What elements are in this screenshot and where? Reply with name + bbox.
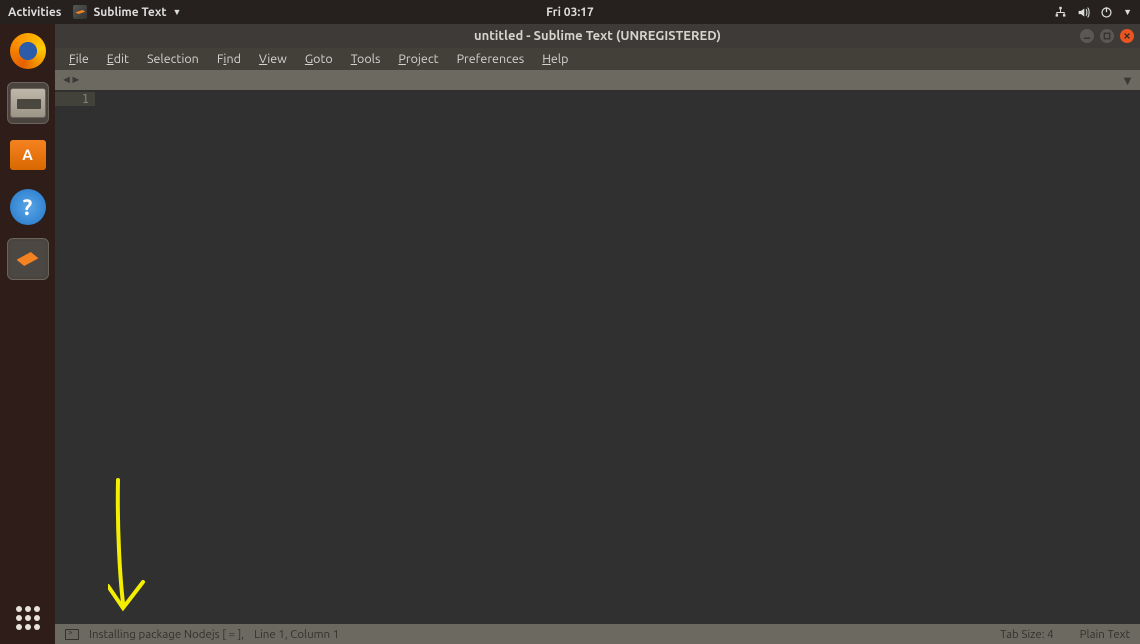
tab-history-nav[interactable]: ◄ ► [61,74,79,86]
menu-tools[interactable]: Tools [343,50,389,68]
window-title-bar: untitled - Sublime Text (UNREGISTERED) [55,24,1140,48]
maximize-button[interactable] [1100,29,1114,43]
clock[interactable]: Fri 03:17 [546,6,594,19]
status-cursor[interactable]: Line 1, Column 1 [254,628,339,641]
sublime-icon [73,5,87,19]
dock-sublime[interactable] [7,238,49,280]
dock-firefox[interactable] [7,30,49,72]
editor-area: 1 [55,90,1140,624]
menu-find[interactable]: Find [209,50,249,68]
power-icon[interactable] [1100,6,1113,19]
help-icon: ? [10,189,46,225]
chevron-down-icon: ▼ [173,7,182,17]
dock-software[interactable] [7,134,49,176]
status-bar: Installing package Nodejs [ = ], Line 1,… [55,624,1140,644]
files-icon [10,88,46,118]
close-button[interactable] [1120,29,1134,43]
menu-selection[interactable]: Selection [139,50,207,68]
menu-bar: File Edit Selection Find View Goto Tools… [55,48,1140,70]
menu-view[interactable]: View [251,50,295,68]
annotation-arrow [108,478,158,621]
tab-dropdown-icon[interactable]: ▼ [1121,73,1134,88]
menu-file[interactable]: File [61,50,97,68]
dock-files[interactable] [7,82,49,124]
line-gutter: 1 [55,90,95,624]
status-message: Installing package Nodejs [ = ], [89,628,244,641]
text-editor[interactable] [95,90,1122,624]
volume-icon[interactable] [1077,6,1090,19]
dock-help[interactable]: ? [7,186,49,228]
menu-preferences[interactable]: Preferences [449,50,533,68]
status-syntax[interactable]: Plain Text [1080,628,1130,641]
app-menu[interactable]: Sublime Text ▼ [73,5,181,19]
line-number: 1 [55,92,95,106]
menu-edit[interactable]: Edit [99,50,137,68]
minimap[interactable] [1122,90,1140,624]
tab-bar: ◄ ► ▼ [55,70,1140,90]
console-icon[interactable] [65,629,79,640]
status-tab-size[interactable]: Tab Size: 4 [1000,628,1054,641]
launcher-dock: ? [0,24,55,644]
sublime-icon [10,241,46,277]
network-icon[interactable] [1054,6,1067,19]
show-applications-button[interactable] [16,606,40,630]
menu-project[interactable]: Project [390,50,446,68]
menu-help[interactable]: Help [534,50,576,68]
minimize-button[interactable] [1080,29,1094,43]
chevron-down-icon: ▼ [1123,7,1132,17]
menu-goto[interactable]: Goto [297,50,341,68]
software-center-icon [10,140,46,170]
gnome-top-bar: Activities Sublime Text ▼ Fri 03:17 ▼ [0,0,1140,24]
system-tray[interactable]: ▼ [1054,6,1132,19]
activities-button[interactable]: Activities [8,6,61,19]
window-title: untitled - Sublime Text (UNREGISTERED) [474,29,721,43]
firefox-icon [10,33,46,69]
